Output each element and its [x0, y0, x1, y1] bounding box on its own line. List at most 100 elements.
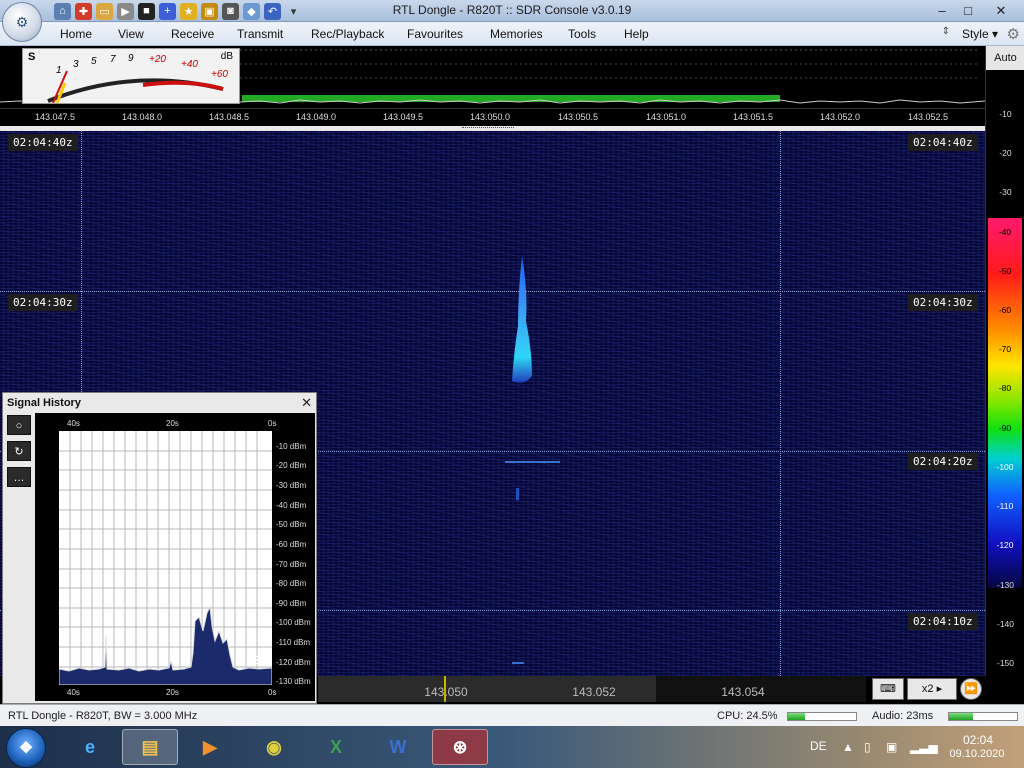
toolbar-dropdown-icon[interactable]: ▾ — [285, 3, 302, 20]
dbm-label: -30 dBm — [276, 481, 307, 490]
tuner-label: 143.052 — [572, 685, 616, 699]
play-icon[interactable]: ▶ — [117, 2, 134, 20]
network-icon[interactable]: ▣ — [886, 740, 897, 754]
add-icon[interactable]: + — [159, 2, 176, 20]
clock-date[interactable]: 09.10.2020 — [942, 748, 1012, 760]
maximize-button[interactable]: □ — [956, 1, 980, 20]
timestamp-left: 02:04:30z — [8, 294, 78, 311]
ie-taskbar-icon[interactable]: e — [62, 729, 118, 765]
refresh-icon[interactable]: ↻ — [7, 441, 31, 461]
tuning-strip[interactable]: 143.050 143.052 143.054 — [318, 676, 866, 702]
status-bar: RTL Dongle - R820T, BW = 3.000 MHz CPU: … — [0, 704, 1024, 726]
menu-transmit[interactable]: Transmit — [237, 27, 283, 41]
s-meter: S dB 1 3 5 7 9 +20 +40 +60 — [22, 48, 240, 104]
dbm-label: -130 dBm — [276, 677, 311, 686]
freq-label: 143.049.5 — [382, 112, 424, 122]
audio-label: Audio: 23ms — [872, 710, 934, 722]
db-label: -90 — [998, 423, 1012, 433]
cpu-meter-fill — [788, 713, 805, 720]
menu-receive[interactable]: Receive — [171, 27, 214, 41]
windows-logo-icon: ❖ — [18, 740, 34, 757]
keyboard-icon[interactable]: ⌨ — [872, 678, 904, 700]
undo-icon[interactable]: ↶ — [264, 2, 281, 20]
signal-history-close-button[interactable]: ✕ — [301, 395, 312, 411]
dbm-label: -60 dBm — [276, 540, 307, 549]
signal-history-panel: 40s 20s 0s 40s 20s 0s S1 -10 dBm -20 dBm… — [35, 413, 315, 701]
time-tick: 20s — [166, 688, 179, 697]
freq-label: 143.050.0 — [469, 112, 511, 122]
lifebuoy-icon[interactable]: ✚ — [75, 2, 92, 20]
camera-icon[interactable]: ◙ — [222, 2, 239, 20]
dbm-label: -20 dBm — [276, 461, 307, 470]
droplet-icon[interactable]: ◆ — [243, 2, 260, 20]
freq-label: 143.048.0 — [121, 112, 163, 122]
style-menu[interactable]: Style ▾ — [962, 27, 998, 41]
time-tick: 40s — [67, 688, 80, 697]
title-bar: ⌂ ✚ ▭ ▶ ■ + ★ ▣ ◙ ◆ ↶ ▾ RTL Dongle - R82… — [0, 0, 1024, 22]
sdr-console-taskbar-icon[interactable]: ⊛ — [432, 729, 488, 765]
zoom-select[interactable]: x2 ▸ — [907, 678, 957, 700]
fast-forward-icon[interactable]: ⏩ — [960, 678, 982, 700]
quick-access-toolbar: ⌂ ✚ ▭ ▶ ■ + ★ ▣ ◙ ◆ ↶ ▾ — [50, 2, 302, 20]
db-label: -20 — [999, 148, 1012, 158]
time-tick: 0s — [268, 688, 277, 697]
taskbar: ❖ e ▤ ▶ ◉ X W ⊛ DE ▲ ▯ ▣ ▂▃▅ 02:04 09.10… — [0, 726, 1024, 768]
gear-icon[interactable]: ⚙ — [1007, 25, 1020, 43]
db-label: -40 — [998, 227, 1012, 237]
menu-home[interactable]: Home — [60, 27, 92, 41]
s-meter-db-label: dB — [220, 51, 233, 62]
clock-time[interactable]: 02:04 — [958, 733, 998, 747]
menu-favourites[interactable]: Favourites — [407, 27, 463, 41]
lock-icon[interactable]: ▣ — [201, 2, 218, 20]
s-meter-tick: 5 — [91, 56, 97, 67]
timestamp-right: 02:04:30z — [908, 294, 978, 311]
dbm-label: -70 dBm — [276, 560, 307, 569]
signal-strength-icon[interactable]: ▂▃▅ — [910, 740, 938, 754]
media-player-taskbar-icon[interactable]: ▶ — [182, 729, 238, 765]
style-arrows-icon[interactable]: ⇕ — [942, 26, 950, 37]
chrome-taskbar-icon[interactable]: ◉ — [246, 729, 302, 765]
minimize-button[interactable]: – — [930, 1, 954, 20]
explorer-taskbar-icon[interactable]: ▤ — [122, 729, 178, 765]
db-label: -60 — [998, 305, 1012, 315]
home-icon[interactable]: ⌂ — [54, 2, 71, 20]
app-logo-icon: ⚙ — [15, 13, 29, 30]
excel-taskbar-icon[interactable]: X — [308, 729, 364, 765]
time-tick: 40s — [67, 419, 80, 428]
start-button[interactable]: ❖ — [6, 728, 46, 768]
star-icon[interactable]: ★ — [180, 2, 197, 20]
dbm-label: -40 dBm — [276, 501, 307, 510]
spectrum-display[interactable]: S dB 1 3 5 7 9 +20 +40 +60 — [0, 46, 985, 108]
menu-view[interactable]: View — [118, 27, 144, 41]
language-indicator[interactable]: DE — [810, 739, 827, 753]
app-menu-button[interactable]: ⚙ — [2, 2, 42, 42]
folder-icon[interactable]: ▭ — [96, 2, 113, 20]
stop-icon[interactable]: ■ — [138, 2, 155, 20]
more-icon[interactable]: … — [7, 467, 31, 487]
dbm-label: -120 dBm — [276, 658, 311, 667]
record-icon[interactable]: ○ — [7, 415, 31, 435]
timestamp-right: 02:04:40z — [908, 134, 978, 151]
menu-help[interactable]: Help — [624, 27, 649, 41]
word-taskbar-icon[interactable]: W — [370, 729, 426, 765]
usb-device-icon[interactable]: ▯ — [864, 740, 871, 754]
menu-memories[interactable]: Memories — [490, 27, 543, 41]
dbm-label: -100 dBm — [276, 618, 311, 627]
dbm-label: -80 dBm — [276, 579, 307, 588]
dbm-label: -110 dBm — [276, 638, 311, 647]
db-label: -140 — [996, 619, 1014, 629]
db-label: -70 — [998, 344, 1012, 354]
tray-arrow-icon[interactable]: ▲ — [842, 740, 854, 754]
s-meter-tick: 3 — [73, 59, 79, 70]
timestamp-right: 02:04:10z — [908, 613, 978, 630]
zoom-label: x2 — [921, 683, 934, 695]
scroll-grip[interactable] — [462, 127, 514, 130]
cpu-label: CPU: 24.5% — [717, 710, 778, 722]
close-button[interactable]: ✕ — [982, 1, 1020, 20]
menu-rec-playback[interactable]: Rec/Playback — [311, 27, 384, 41]
auto-button[interactable]: Auto — [986, 46, 1024, 70]
signal-history-window[interactable]: Signal History ✕ ○ ↻ … 40s 20s 0s 40s 20… — [2, 392, 317, 704]
window-controls: – □ ✕ — [930, 1, 1020, 20]
freq-label: 143.051.0 — [645, 112, 687, 122]
menu-tools[interactable]: Tools — [568, 27, 596, 41]
